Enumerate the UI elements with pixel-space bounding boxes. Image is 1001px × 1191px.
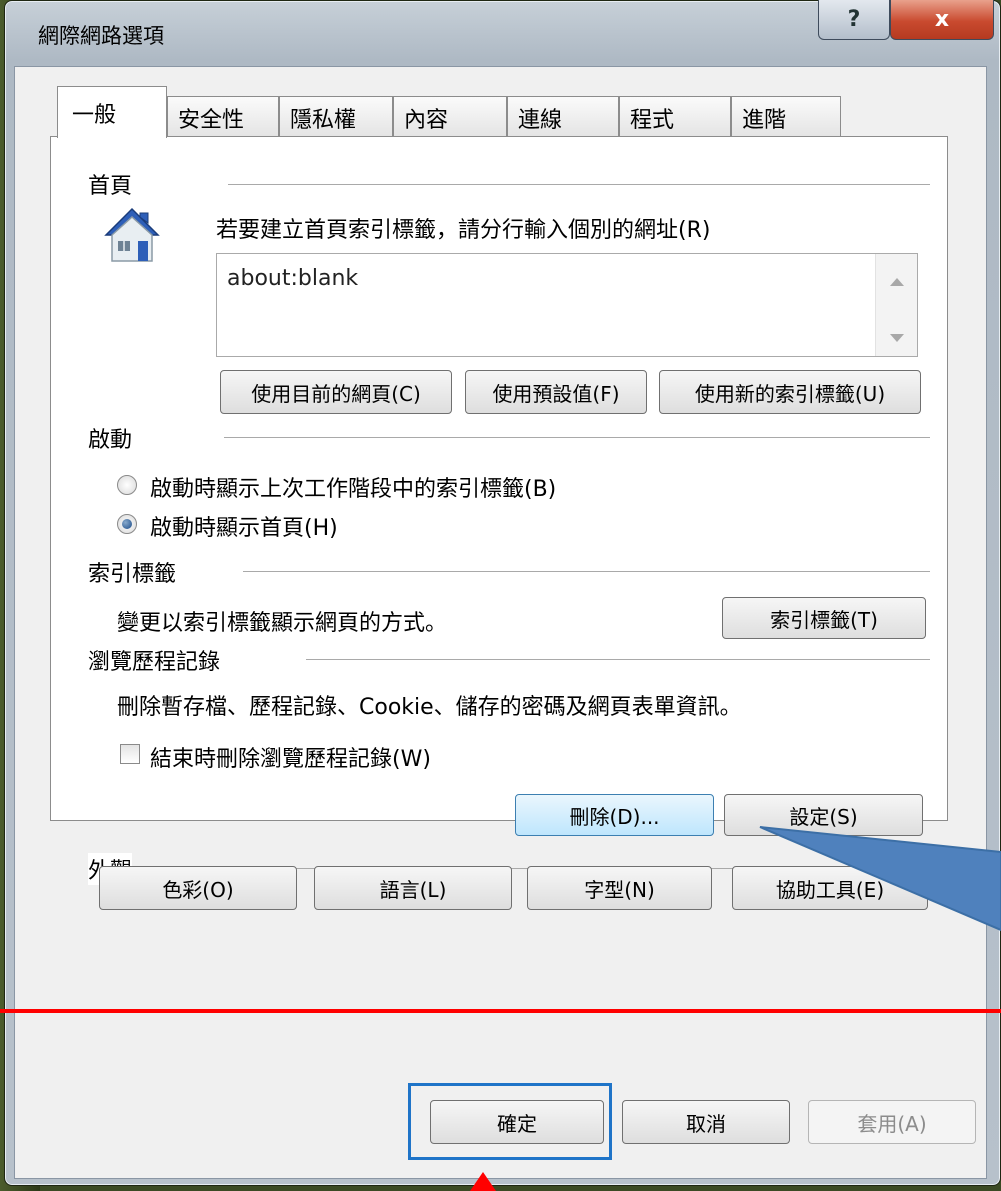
callout-pointer bbox=[759, 826, 1001, 932]
arrow-shaft bbox=[478, 1180, 488, 1191]
annotation-overlay bbox=[470, 826, 1001, 1191]
